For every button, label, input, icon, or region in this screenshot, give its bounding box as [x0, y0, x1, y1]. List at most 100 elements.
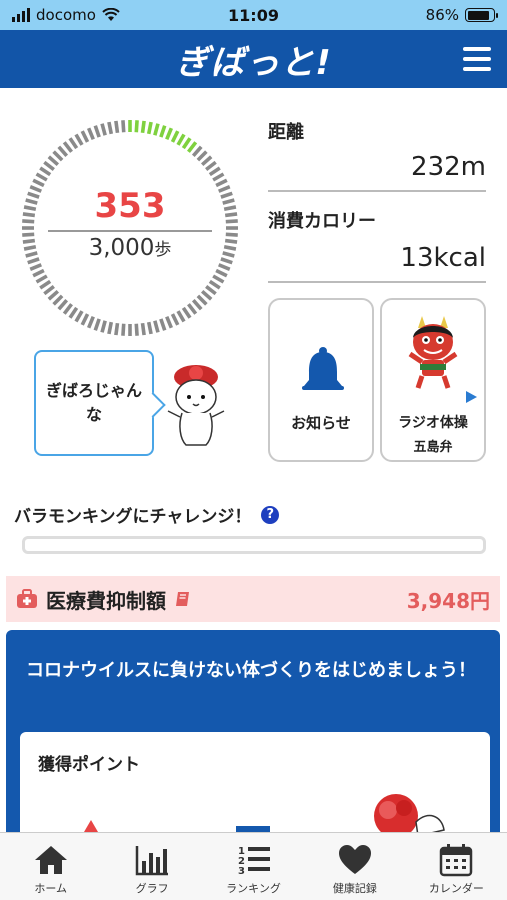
- tab-health-record-label: 健康記録: [332, 882, 377, 895]
- ring-tick-remaining: [57, 298, 69, 311]
- ring-tick-remaining: [140, 322, 146, 336]
- ring-tick-remaining: [43, 160, 55, 171]
- ring-tick-done: [170, 130, 180, 143]
- ring-tick-done: [134, 120, 139, 133]
- ring-tick-remaining: [153, 320, 160, 333]
- tab-calendar-label: カレンダー: [428, 882, 484, 895]
- ring-tick-remaining: [134, 323, 139, 336]
- ranking-list-icon: 123: [238, 846, 270, 877]
- ring-tick-remaining: [93, 318, 101, 331]
- challenge-progress-bar: [22, 536, 486, 554]
- points-title: 獲得ポイント: [38, 755, 140, 775]
- cat-mascot-icon: [167, 365, 225, 446]
- tab-home[interactable]: ホーム: [0, 833, 101, 900]
- goal-value: 3,000: [88, 235, 155, 261]
- tab-graph-label: グラフ: [135, 882, 169, 895]
- ring-tick-remaining: [200, 155, 213, 167]
- book-icon: [176, 592, 189, 606]
- ring-tick-remaining: [212, 172, 225, 182]
- bar-chart-icon: [135, 846, 169, 876]
- medical-kit-icon: [17, 589, 37, 608]
- ring-tick-remaining: [87, 127, 95, 140]
- ring-tick-remaining: [187, 303, 198, 315]
- app-logo: ぎばっと!: [175, 42, 332, 83]
- medical-savings-row[interactable]: 医療費抑制額 3,948円: [6, 576, 500, 622]
- ring-tick-remaining: [29, 263, 42, 271]
- ring-tick-remaining: [52, 150, 64, 162]
- distance-label: 距離: [268, 122, 304, 143]
- radio-exercise-sublabel: 五島弁: [413, 440, 453, 455]
- oni-mascot-icon: [408, 316, 458, 389]
- radio-exercise-card[interactable]: ラジオ体操 五島弁: [380, 298, 486, 462]
- ring-tick-remaining: [68, 137, 79, 150]
- tab-ranking-label: ランキング: [226, 882, 281, 895]
- battery-fill: [467, 10, 489, 20]
- ring-tick-remaining: [114, 322, 120, 336]
- ring-tick-remaining: [35, 274, 48, 284]
- ring-tick-remaining: [62, 141, 73, 153]
- ring-tick-remaining: [121, 323, 126, 336]
- battery-percent: 86%: [425, 6, 459, 24]
- ring-tick-remaining: [62, 303, 73, 315]
- tab-ranking[interactable]: 123 ランキング: [203, 833, 304, 900]
- ring-tick-remaining: [80, 130, 90, 143]
- ring-tick-remaining: [181, 306, 192, 319]
- step-progress-ring: [22, 120, 238, 336]
- tab-graph[interactable]: グラフ: [101, 833, 202, 900]
- radio-exercise-label: ラジオ体操: [398, 415, 468, 431]
- ring-tick-done: [153, 123, 160, 136]
- tab-calendar[interactable]: カレンダー: [406, 833, 507, 900]
- ring-tick-remaining: [43, 285, 55, 296]
- ring-tick-remaining: [100, 123, 107, 136]
- status-bar: docomo 11:09 86%: [0, 0, 507, 30]
- ring-tick-remaining: [32, 268, 45, 278]
- help-icon[interactable]: ?: [261, 505, 280, 524]
- signal-icon: [12, 8, 30, 22]
- ring-tick-remaining: [205, 160, 217, 171]
- calorie-value: 13kcal: [400, 243, 486, 273]
- carrier-group: docomo: [12, 6, 120, 24]
- ring-tick-remaining: [39, 166, 52, 177]
- ring-tick-remaining: [176, 310, 186, 323]
- challenge-title: バラモンキングにチャレンジ！ ?: [14, 502, 280, 527]
- campaign-text: コロナウイルスに負けない体づくりをはじめましょう！: [26, 660, 476, 681]
- ring-tick-done: [187, 141, 198, 153]
- bell-icon: [302, 347, 344, 390]
- steps-divider: [48, 230, 212, 232]
- ring-tick-remaining: [208, 279, 221, 290]
- ring-tick-remaining: [165, 316, 173, 329]
- ring-tick-remaining: [80, 313, 90, 326]
- app-header: ぎばっと!: [0, 30, 507, 88]
- ring-tick-remaining: [74, 133, 84, 146]
- ring-tick-remaining: [218, 263, 231, 271]
- ring-tick-remaining: [57, 145, 69, 158]
- ring-tick-remaining: [196, 294, 208, 306]
- ring-tick-done: [176, 133, 186, 146]
- ring-tick-remaining: [146, 321, 153, 335]
- wifi-icon: [102, 8, 120, 21]
- ring-tick-remaining: [32, 178, 45, 188]
- ring-tick-remaining: [170, 313, 180, 326]
- ring-tick-remaining: [215, 268, 228, 278]
- tab-health-record[interactable]: 健康記録: [304, 833, 405, 900]
- ring-tick-remaining: [68, 306, 79, 319]
- ring-tick-done: [181, 137, 192, 150]
- notice-card[interactable]: お知らせ: [268, 298, 374, 462]
- svg-text:3: 3: [238, 866, 245, 877]
- battery-icon: [465, 8, 498, 22]
- goal-unit: 歩: [154, 240, 172, 260]
- battery-group: 86%: [425, 6, 498, 24]
- ring-tick-remaining: [35, 172, 48, 182]
- hamburger-menu-icon[interactable]: [463, 47, 491, 71]
- ring-tick-remaining: [191, 298, 203, 311]
- medical-savings-value: 3,948円: [406, 588, 490, 613]
- ring-tick-remaining: [107, 321, 114, 335]
- ring-tick-remaining: [215, 178, 228, 188]
- ring-tick-remaining: [107, 121, 114, 135]
- ring-tick-remaining: [196, 150, 208, 162]
- ring-tick-remaining: [200, 289, 213, 301]
- ring-tick-done: [146, 121, 153, 135]
- ring-tick-remaining: [191, 145, 203, 158]
- medical-savings-label: 医療費抑制額: [46, 588, 166, 613]
- points-chart-marks: [84, 820, 270, 832]
